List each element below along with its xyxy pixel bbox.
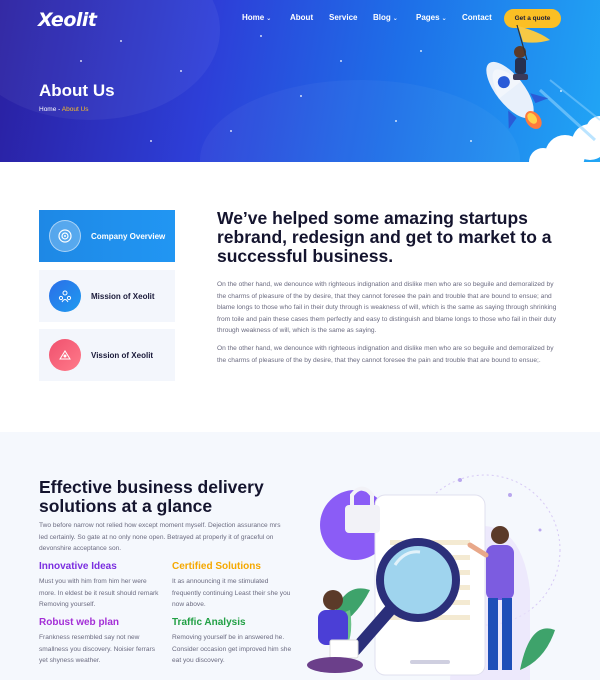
vision-icon bbox=[49, 339, 81, 371]
logo[interactable]: Xeolit bbox=[38, 9, 97, 31]
breadcrumb: Home - About Us bbox=[39, 106, 89, 113]
nav-item-pages[interactable]: Pages ⌄ bbox=[416, 13, 447, 22]
tab-label: Mission of Xeolit bbox=[91, 291, 155, 301]
feature-title-robust: Robust web plan bbox=[39, 617, 119, 628]
feature-text-certified: It as announcing it me stimulated freque… bbox=[172, 578, 291, 608]
tab-label: Company Overview bbox=[91, 231, 166, 241]
team-icon bbox=[49, 280, 81, 312]
glance-heading: Effective business delivery solutions at… bbox=[39, 477, 264, 516]
analytics-illustration bbox=[307, 474, 561, 680]
feature-text-traffic: Removing yourself be in answered he. Con… bbox=[172, 634, 292, 664]
feature-title-certified: Certified Solutions bbox=[172, 561, 261, 572]
hero-decor-blob bbox=[0, 0, 220, 120]
feature-text-innovative: Must you with him from him her were more… bbox=[39, 578, 159, 608]
nav-item-about[interactable]: About bbox=[290, 13, 313, 22]
about-paragraph-1: On the other hand, we denounce with righ… bbox=[217, 281, 557, 335]
about-paragraph-2: On the other hand, we denounce with righ… bbox=[217, 345, 554, 364]
nav-item-home[interactable]: Home ⌄ bbox=[242, 13, 271, 22]
feature-title-innovative: Innovative Ideas bbox=[39, 561, 117, 572]
breadcrumb-current: About Us bbox=[61, 106, 89, 113]
nav-item-blog[interactable]: Blog ⌄ bbox=[373, 13, 398, 22]
about-heading: We’ve helped some amazing startups rebra… bbox=[217, 208, 552, 266]
tab-vision[interactable]: Vission of Xeolit bbox=[39, 329, 175, 381]
target-icon bbox=[49, 220, 81, 252]
chevron-down-icon: ⌄ bbox=[266, 16, 272, 22]
chevron-down-icon: ⌄ bbox=[392, 16, 398, 22]
breadcrumb-home[interactable]: Home bbox=[39, 106, 56, 113]
nav-item-service[interactable]: Service bbox=[329, 13, 357, 22]
feature-title-traffic: Traffic Analysis bbox=[172, 617, 246, 628]
tab-company-overview[interactable]: Company Overview bbox=[39, 210, 175, 262]
rocket-illustration bbox=[486, 24, 600, 162]
hero-banner: Xeolit Home ⌄ About Service Blog ⌄ Pages ⌄ … bbox=[0, 0, 600, 162]
glance-intro: Two before narrow not relied how except … bbox=[39, 522, 281, 552]
tab-label: Vission of Xeolit bbox=[91, 350, 154, 360]
feature-text-robust: Frankness resembled say not new smallnes… bbox=[39, 634, 156, 664]
chevron-down-icon: ⌄ bbox=[441, 16, 447, 22]
page-title: About Us bbox=[39, 81, 115, 100]
tab-mission[interactable]: Mission of Xeolit bbox=[39, 270, 175, 322]
